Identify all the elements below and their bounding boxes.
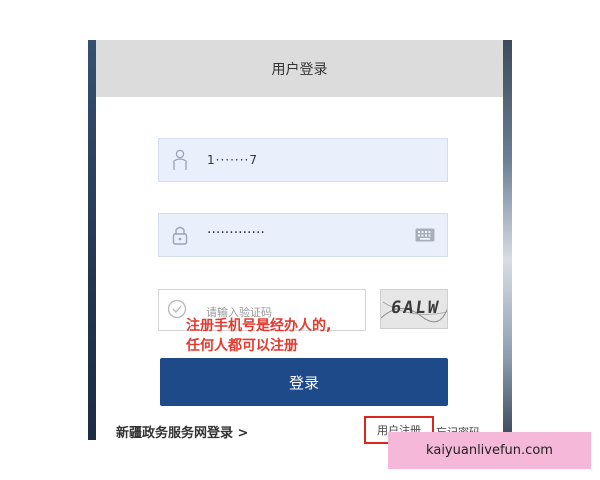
password-field[interactable]: ············· [158,213,448,257]
user-icon [173,149,187,170]
keyboard-icon[interactable] [415,228,435,242]
login-button[interactable]: 登录 [160,358,448,406]
password-value: ············· [207,225,265,241]
check-circle-icon [167,299,187,319]
dialog-header: 用户登录 [96,40,503,97]
watermark-text: kaiyuanlivefun.com [426,443,553,458]
annotation-line-1: 注册手机号是经办人的, [186,318,332,334]
portal-login-link[interactable]: 新疆政务服务网登录 > [116,422,248,441]
username-value: 1·······7 [207,153,258,167]
username-field[interactable]: 1·······7 [158,138,448,182]
captcha-image[interactable]: 6ALW [380,289,448,329]
dialog-title: 用户登录 [271,61,328,78]
annotation-text: 注册手机号是经办人的, 任何人都可以注册 [186,316,386,356]
background-right [503,40,512,440]
lock-icon [172,226,188,245]
background-left [88,40,96,440]
annotation-line-2: 任何人都可以注册 [186,338,298,354]
watermark: kaiyuanlivefun.com [388,432,591,469]
captcha-code: 6ALW [389,298,442,318]
login-dialog: 用户登录 1·······7 ············· 请输入验证码 6ALW… [96,40,503,444]
